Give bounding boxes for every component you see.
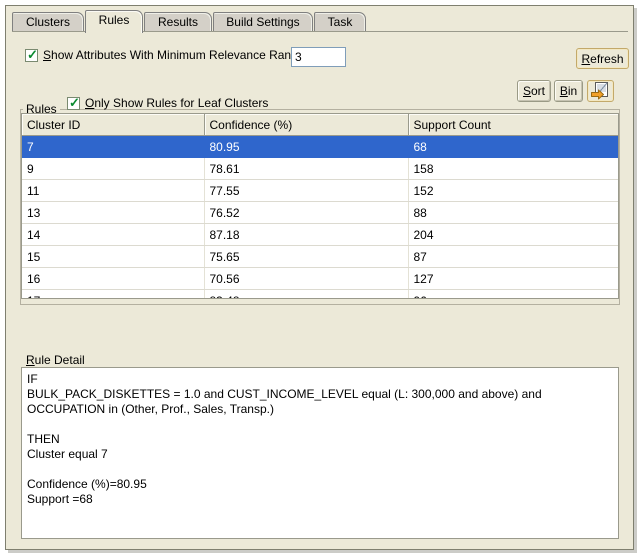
cell-support-count: 96 [408,289,618,298]
table-row[interactable]: 16 70.56 127 [22,267,618,290]
checkmark-icon: ✓ [69,95,80,110]
cell-confidence: 83.48 [204,289,409,298]
rule-detail-support: Support =68 [27,492,93,506]
table-row[interactable]: 11 77.55 152 [22,179,618,202]
tab-task-label: Task [327,15,353,29]
table-row[interactable]: 7 80.95 68 [22,135,618,158]
tab-clusters[interactable]: Clusters [12,12,84,32]
cell-confidence: 76.52 [204,201,409,224]
cell-cluster-id: 16 [22,267,205,290]
rule-detail-textarea[interactable]: IF BULK_PACK_DISKETTES = 1.0 and CUST_IN… [21,367,619,539]
column-header-confidence[interactable]: Confidence (%) [204,114,409,136]
rule-detail-spacer-1 [27,417,613,432]
cell-confidence: 78.61 [204,157,409,180]
tab-results-label: Results [157,15,198,29]
table-row[interactable]: 14 87.18 204 [22,223,618,246]
sort-button[interactable]: Sort [517,80,551,102]
show-attributes-checkbox[interactable]: ✓ [25,47,38,62]
cell-support-count: 87 [408,245,618,268]
leaf-clusters-label: Only Show Rules for Leaf Clusters [85,96,269,110]
cell-support-count: 158 [408,157,618,180]
cell-cluster-id: 7 [22,135,205,158]
cell-confidence: 87.18 [204,223,409,246]
cell-cluster-id: 13 [22,201,205,224]
column-header-support-count[interactable]: Support Count [408,114,618,136]
tab-build-settings[interactable]: Build Settings [213,12,313,32]
rule-detail-consequent: Cluster equal 7 [27,447,108,461]
rules-panel-window: Clusters Rules Results Build Settings Ta… [0,0,643,559]
tab-clusters-label: Clusters [25,15,70,29]
checkmark-icon: ✓ [27,47,38,62]
tab-build-settings-label: Build Settings [226,15,300,29]
cell-cluster-id: 9 [22,157,205,180]
cell-confidence: 75.65 [204,245,409,268]
tab-task[interactable]: Task [314,12,366,32]
table-row[interactable]: 9 78.61 158 [22,157,618,180]
cell-confidence: 70.56 [204,267,409,290]
cell-confidence: 80.95 [204,135,409,158]
cell-cluster-id: 14 [22,223,205,246]
tab-rules-label: Rules [98,13,130,27]
minimum-relevance-rank-input[interactable] [291,47,346,67]
export-button[interactable] [587,80,614,102]
cell-support-count: 127 [408,267,618,290]
tab-rules[interactable]: Rules [85,10,143,33]
cell-cluster-id: 15 [22,245,205,268]
column-header-cluster-id[interactable]: Cluster ID [22,114,205,136]
rule-detail-if: IF [27,372,38,386]
show-attributes-label: Show Attributes With Minimum Relevance R… [43,48,301,62]
table-row[interactable]: 1783.4896 [22,289,618,298]
table-row[interactable]: 13 76.52 88 [22,201,618,224]
window-frame: Clusters Rules Results Build Settings Ta… [5,5,634,550]
rule-detail-title: Rule Detail [23,353,88,367]
rule-detail-then: THEN [27,432,60,446]
cell-support-count: 68 [408,135,618,158]
rules-table-grid: Cluster ID Confidence (%) Support Count … [22,114,618,298]
cell-support-count: 204 [408,223,618,246]
tab-strip: Clusters Rules Results Build Settings Ta… [12,10,628,33]
cell-cluster-id: 17 [22,289,205,298]
table-row[interactable]: 15 75.65 87 [22,245,618,268]
leaf-clusters-checkbox[interactable]: ✓ [67,95,80,110]
cell-support-count: 152 [408,179,618,202]
tab-results[interactable]: Results [144,12,212,32]
cell-support-count: 88 [408,201,618,224]
rule-detail-antecedent: BULK_PACK_DISKETTES = 1.0 and CUST_INCOM… [27,387,542,416]
cell-confidence: 77.55 [204,179,409,202]
rules-table[interactable]: Cluster ID Confidence (%) Support Count … [21,113,619,299]
cell-cluster-id: 11 [22,179,205,202]
refresh-button[interactable]: Refresh [576,48,629,69]
export-document-icon [590,82,608,100]
rule-detail-confidence: Confidence (%)=80.95 [27,477,147,491]
rule-detail-spacer-2 [27,462,613,477]
bin-button[interactable]: Bin [554,80,583,102]
table-header-row: Cluster ID Confidence (%) Support Count [22,114,618,136]
